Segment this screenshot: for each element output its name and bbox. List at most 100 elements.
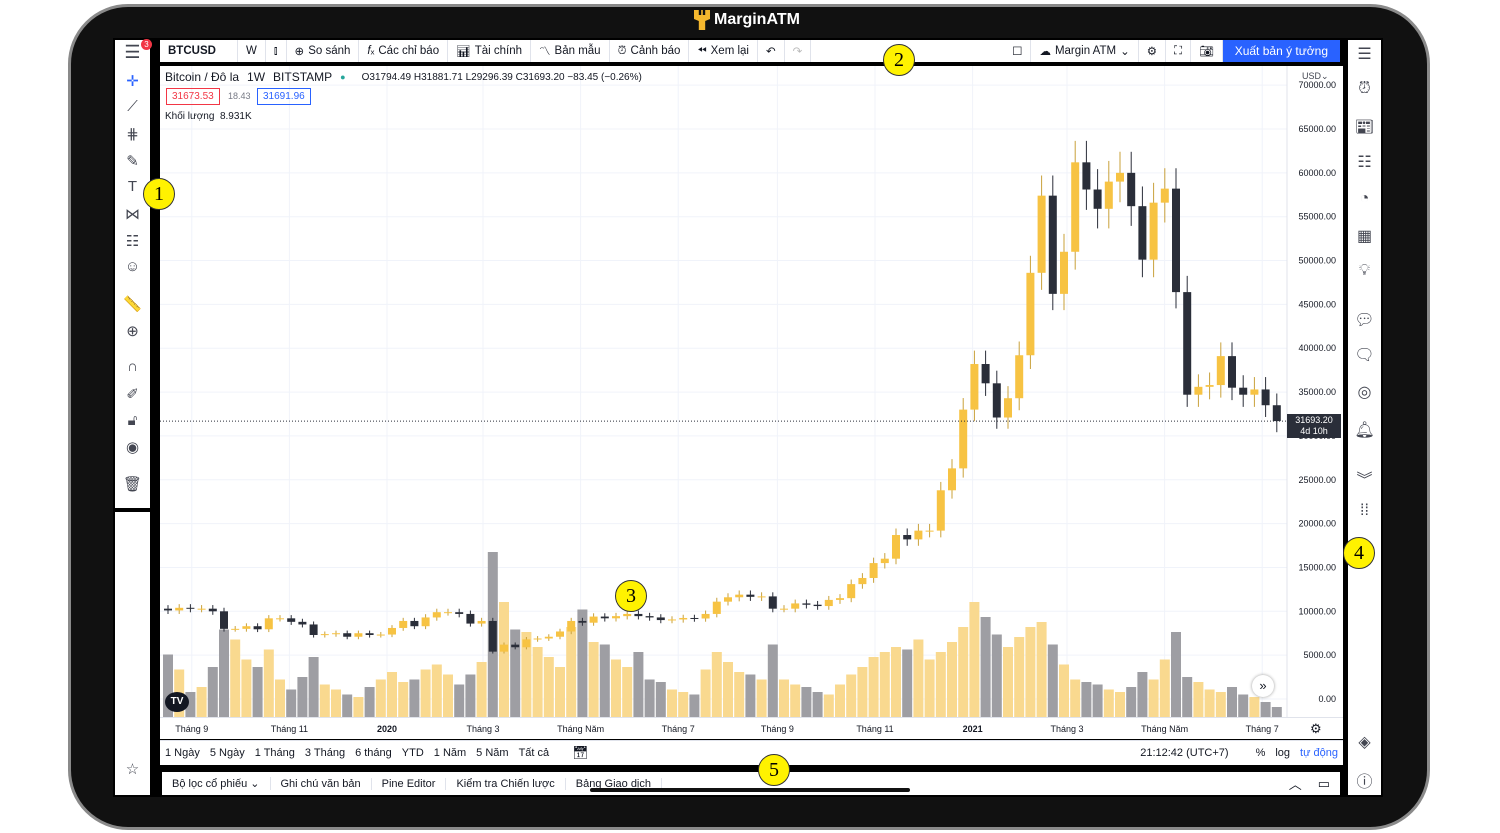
maximize-panel-icon[interactable]: ▭ <box>1318 776 1330 792</box>
rewind-icon: ⏪︎ <box>697 44 707 57</box>
time-axis[interactable]: ⚙ Tháng 9 Tháng 11 2020 Tháng 3 Tháng Năm Thá… <box>160 717 1343 739</box>
volume-bar <box>868 657 879 717</box>
candle-body <box>1228 356 1236 388</box>
magnet-icon[interactable]: ∩ <box>115 358 150 375</box>
data-window-icon[interactable]: ☷ <box>1348 152 1381 172</box>
candle-body <box>455 612 464 614</box>
watchlist-icon[interactable]: ☰ <box>1348 44 1381 64</box>
candle-body <box>567 620 576 632</box>
symbol-search[interactable]: BTCUSD <box>160 40 238 62</box>
tab-strategy-tester[interactable]: Kiểm tra Chiến lược <box>446 777 566 790</box>
snapshot-button[interactable]: 📷︎ <box>1191 40 1223 62</box>
candle-body <box>186 607 195 609</box>
financials-button[interactable]: 📊︎ Tài chính <box>448 40 532 62</box>
replay-button[interactable]: ⏪︎ Xem lại <box>689 40 758 62</box>
notifications-icon[interactable]: 🔔︎ <box>1348 420 1381 440</box>
more-icon[interactable]: ⁞⁞ <box>1348 502 1381 520</box>
tab-stock-screener[interactable]: Bộ lọc cổ phiếu ⌄ <box>162 777 271 790</box>
save-layout-button[interactable]: ☁ Margin ATM ⌄ <box>1031 40 1139 62</box>
percent-scale-toggle[interactable]: % <box>1256 747 1266 759</box>
range-all[interactable]: Tất cả <box>519 747 550 759</box>
market-status-icon: ● <box>340 72 346 82</box>
range-3m[interactable]: 3 Tháng <box>305 747 345 759</box>
candle-body <box>959 409 968 469</box>
eye-icon[interactable]: ◉ <box>115 438 150 456</box>
chart-type-button[interactable]: ⫾ <box>266 40 287 62</box>
candle-body <box>500 644 508 652</box>
range-5y[interactable]: 5 Năm <box>476 747 508 759</box>
interval-button[interactable]: W <box>238 40 266 62</box>
tab-text-notes[interactable]: Ghi chú văn bản <box>271 777 372 790</box>
star-icon[interactable]: ☆ <box>115 760 150 778</box>
camera-icon: 📷︎ <box>1199 46 1214 58</box>
brush-icon[interactable]: ✎ <box>115 152 150 170</box>
news-icon[interactable]: 📰︎ <box>1348 117 1381 137</box>
emoji-icon[interactable]: ☺ <box>115 258 150 275</box>
volume-bar <box>767 644 778 717</box>
undo-button[interactable]: ↶ <box>758 40 785 62</box>
ruler-icon[interactable]: 📏 <box>115 295 150 313</box>
range-ytd[interactable]: YTD <box>402 747 424 759</box>
alert-button[interactable]: ⏰︎ Cảnh báo <box>610 40 690 62</box>
range-6m[interactable]: 6 tháng <box>355 747 392 759</box>
alerts-icon[interactable]: ⏰︎ <box>1348 80 1381 98</box>
range-1d[interactable]: 1 Ngày <box>165 747 200 759</box>
candle-body <box>388 627 396 635</box>
lock-drawing-icon[interactable]: ✐ <box>115 385 150 403</box>
candle-body <box>175 607 184 611</box>
publish-idea-button[interactable]: Xuất bản ý tưởng <box>1222 40 1340 62</box>
trash-icon[interactable]: 🗑︎ <box>115 475 150 493</box>
candle-body <box>612 616 620 619</box>
chevron-down-icon: ⌄ <box>1120 46 1130 58</box>
range-1y[interactable]: 1 Năm <box>434 747 466 759</box>
bid-price[interactable]: 31673.53 <box>166 88 220 105</box>
x-tick-label: Tháng 9 <box>760 724 794 734</box>
help-icon[interactable]: ⓘ <box>1348 768 1381 792</box>
log-scale-toggle[interactable]: log <box>1275 747 1290 759</box>
hotlist-icon[interactable]: ◔ <box>1348 190 1381 208</box>
templates-button[interactable]: 〽 Bản mẫu <box>531 40 610 62</box>
calendar-icon[interactable]: ▦ <box>1348 226 1381 246</box>
range-1m[interactable]: 1 Tháng <box>255 747 295 759</box>
layout-select-button[interactable]: ☐ <box>1004 40 1032 62</box>
tab-pine-editor[interactable]: Pine Editor <box>372 777 447 790</box>
currency-select[interactable]: USD⌄ <box>1302 71 1329 82</box>
ideas-icon[interactable]: 💡︎ <box>1348 262 1381 280</box>
goto-date-icon[interactable]: 📅︎ <box>572 745 589 761</box>
x-tick-label: Tháng 9 <box>175 724 209 734</box>
compare-button[interactable]: ⊕ So sánh <box>287 40 360 62</box>
crosshair-icon[interactable]: ✛ <box>115 72 150 90</box>
drawing-toolbar-lower: ☆ <box>115 512 150 795</box>
timezone-clock[interactable]: 21:12:42 (UTC+7) <box>1140 747 1228 759</box>
x-tick-label: Tháng Năm <box>557 724 605 734</box>
candle-body <box>1194 386 1203 395</box>
public-chat-icon[interactable]: 🗨︎ <box>1348 345 1381 365</box>
settings-button[interactable]: ⚙ <box>1139 40 1167 62</box>
volume-value: 8.931K <box>219 111 252 122</box>
fullscreen-button[interactable]: ⛶ <box>1166 40 1192 62</box>
alarm-icon: ⏰︎ <box>617 44 627 57</box>
volume-bar <box>1260 702 1271 717</box>
fib-icon[interactable]: ⋕ <box>115 125 150 143</box>
collapse-panel-icon[interactable]: ︿ <box>1289 774 1302 793</box>
lock-icon[interactable]: 🔓︎ <box>115 412 150 429</box>
redo-button[interactable]: ↷ <box>785 40 812 62</box>
ask-price[interactable]: 31691.96 <box>257 88 311 105</box>
layers-icon[interactable]: ◈ <box>1348 732 1381 752</box>
trend-line-icon[interactable]: ⟋ <box>115 98 150 115</box>
zoom-in-icon[interactable]: ⊕ <box>115 322 150 340</box>
pattern-icon[interactable]: ⋈ <box>115 205 150 223</box>
axis-settings-icon[interactable]: ⚙ <box>1310 721 1322 737</box>
streams-icon[interactable]: ◎ <box>1348 382 1381 402</box>
indicators-button[interactable]: fₓ Các chỉ báo <box>359 40 449 62</box>
price-chart[interactable]: 0.00 5000.00 10000.00 15000.00 20000.00 25000… <box>160 66 1343 717</box>
candle-body <box>813 604 822 607</box>
volume-bar <box>779 679 789 717</box>
scroll-to-latest-button[interactable]: » <box>1252 675 1274 697</box>
range-5d[interactable]: 5 Ngày <box>210 747 245 759</box>
forecast-icon[interactable]: ☷ <box>115 232 150 250</box>
chart-area[interactable]: 0.00 5000.00 10000.00 15000.00 20000.00 25000… <box>160 66 1343 717</box>
collapse-sidebar-icon[interactable]: ︾ <box>1348 466 1381 490</box>
chats-icon[interactable]: 💬︎ <box>1348 310 1381 330</box>
auto-scale-toggle[interactable]: tự động <box>1300 747 1338 759</box>
